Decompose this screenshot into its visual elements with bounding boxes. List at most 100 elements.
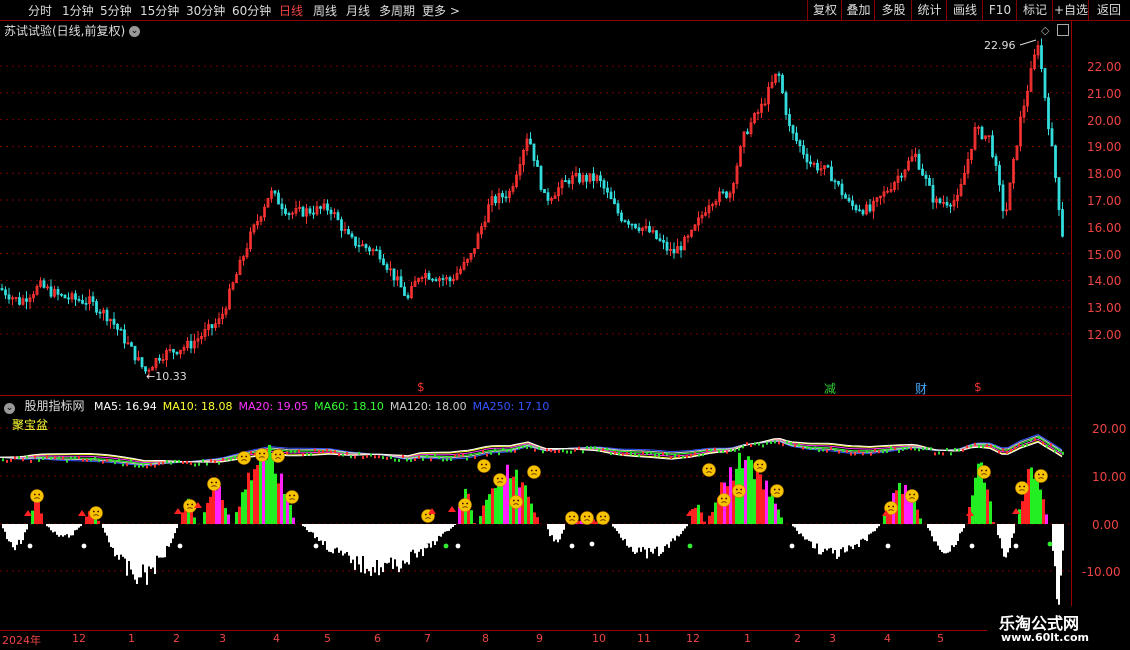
- indicator-candle: [814, 446, 816, 450]
- candle-body: [116, 323, 119, 330]
- indicator-candle: [758, 442, 760, 446]
- histogram-bar-negative: [440, 524, 442, 537]
- indicator-candle: [70, 456, 72, 460]
- indicator-candle: [974, 442, 976, 446]
- indicator-candle: [730, 449, 732, 453]
- emoji-face-icon: [293, 494, 296, 497]
- histogram-bar-negative: [856, 524, 858, 545]
- x-axis-label: 2024年: [2, 634, 41, 647]
- histogram-bar-negative: [674, 524, 676, 541]
- indicator-candle: [226, 457, 228, 461]
- histogram-bar-negative: [832, 524, 834, 554]
- indicator-candle: [862, 452, 864, 456]
- candle-body: [532, 143, 536, 161]
- emoji-face-icon: [761, 463, 764, 466]
- histogram-bar-negative: [963, 524, 965, 529]
- emoji-face-icon: [485, 463, 488, 466]
- histogram-bar-positive: [271, 453, 274, 524]
- emoji-face-icon: [191, 503, 194, 506]
- candle-body: [287, 213, 291, 216]
- histogram-bar-positive: [708, 515, 711, 524]
- candle-body: [112, 318, 116, 325]
- candle-body: [357, 245, 361, 247]
- indicator-candle: [494, 448, 496, 452]
- indicator-candle: [126, 463, 128, 467]
- histogram-bar-negative: [951, 524, 953, 546]
- indicator-candle: [950, 452, 952, 456]
- signal-dot: [423, 543, 429, 549]
- emoji-face-icon: [458, 498, 472, 512]
- candle-body: [347, 229, 350, 235]
- histogram-bar-negative: [140, 524, 142, 578]
- candle-body: [175, 351, 179, 355]
- indicator-candle: [498, 452, 500, 456]
- signal-dot: [1047, 541, 1053, 547]
- indicator-candle: [110, 459, 112, 463]
- histogram-bar-negative: [160, 524, 162, 558]
- x-axis-label: 7: [424, 632, 431, 645]
- candle-body: [679, 246, 683, 251]
- histogram-bar-negative: [58, 524, 60, 537]
- candle-body: [578, 173, 581, 183]
- indicator-candle: [38, 458, 40, 462]
- histogram-bar-negative: [551, 524, 553, 536]
- histogram-bar-negative: [120, 524, 122, 555]
- histogram-bar-negative: [144, 524, 146, 573]
- indicator-candle: [1050, 443, 1052, 447]
- histogram-bar-negative: [412, 524, 414, 550]
- histogram-bar-negative: [682, 524, 684, 531]
- histogram-bar-negative: [386, 524, 388, 564]
- histogram-bar-negative: [26, 524, 28, 530]
- high-arrow: [1019, 39, 1037, 46]
- histogram-bar-negative: [640, 524, 642, 552]
- event-marker[interactable]: $: [417, 380, 425, 394]
- indicator-name[interactable]: 股朋指标网: [25, 399, 85, 413]
- histogram-bar-negative: [336, 524, 338, 548]
- indicator-candle: [1026, 443, 1028, 447]
- indicator-candle: [790, 442, 792, 446]
- emoji-face-icon: [38, 493, 41, 496]
- emoji-face-icon: [461, 502, 464, 505]
- histogram-bar-negative: [953, 524, 955, 547]
- histogram-bar-positive: [971, 495, 974, 524]
- indicator-candle: [358, 451, 360, 455]
- histogram-bar-negative: [80, 524, 82, 527]
- histogram-bar-negative: [394, 524, 396, 560]
- event-marker[interactable]: 减: [824, 380, 836, 397]
- indicator-candle: [146, 465, 148, 469]
- indicator-candle: [958, 448, 960, 452]
- indicator-candle: [738, 447, 740, 451]
- histogram-bar-negative: [308, 524, 310, 533]
- indicator-candle: [1018, 443, 1020, 447]
- histogram-bar-negative: [146, 524, 148, 585]
- histogram-bar-negative: [136, 524, 138, 585]
- histogram-bar-positive: [750, 459, 753, 524]
- histogram-bar-negative: [680, 524, 682, 535]
- histogram-bar-negative: [312, 524, 314, 533]
- histogram-bar-negative: [626, 524, 628, 546]
- indicator-candle: [938, 451, 940, 455]
- candle-body: [140, 357, 144, 368]
- indicator-candle: [470, 453, 472, 457]
- histogram-bar-positive: [181, 512, 184, 524]
- histogram-bar-negative: [616, 524, 618, 531]
- indicator-candle: [90, 458, 92, 462]
- emoji-face-icon: [279, 453, 282, 456]
- histogram-bar-negative: [444, 524, 446, 532]
- indicator-candle: [406, 458, 408, 462]
- candle-body: [798, 140, 802, 147]
- histogram-bar-negative: [1009, 524, 1011, 548]
- indicator-candle: [294, 450, 296, 454]
- histogram-bar-negative: [812, 524, 814, 549]
- event-marker[interactable]: 财: [915, 380, 927, 397]
- indicator-candle: [662, 452, 664, 456]
- indicator-subtitle: 聚宝盆: [12, 418, 49, 432]
- chart-canvas: [0, 38, 1072, 605]
- candle-body: [1040, 45, 1043, 69]
- event-marker[interactable]: $: [974, 380, 982, 394]
- histogram-bar-negative: [450, 524, 452, 529]
- candle-body: [431, 278, 434, 281]
- histogram-bar-negative: [834, 524, 836, 550]
- emoji-face-icon: [753, 459, 767, 473]
- chevron-down-icon[interactable]: ⌄: [4, 403, 15, 414]
